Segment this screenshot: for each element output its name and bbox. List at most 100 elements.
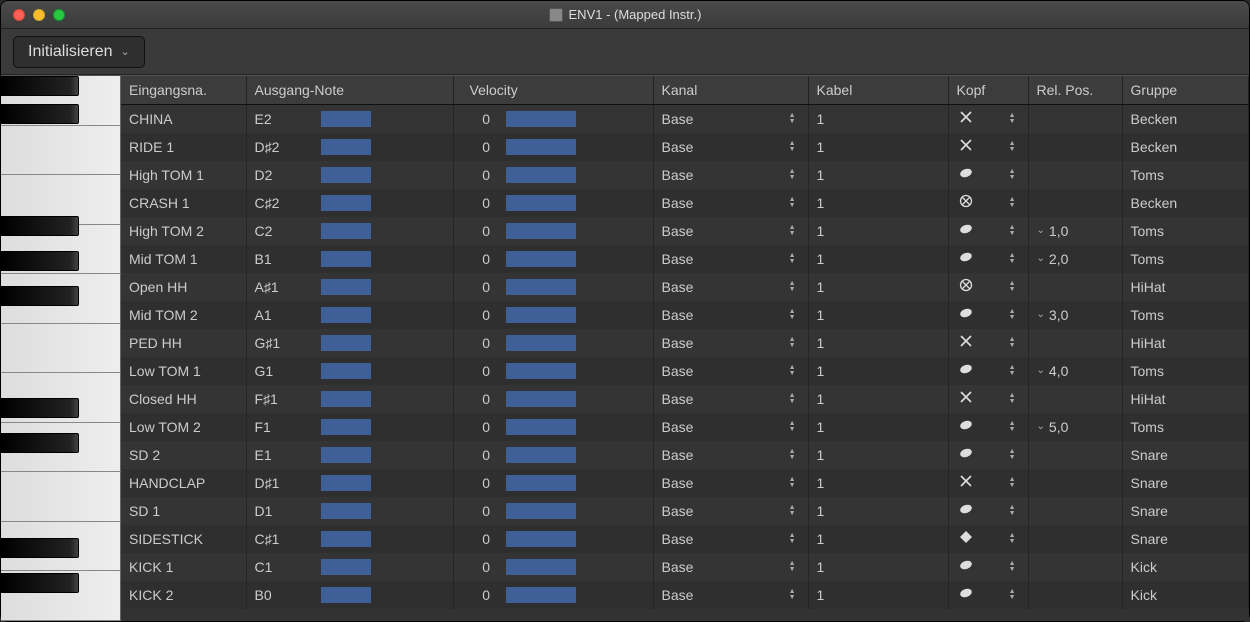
cell-kabel[interactable]: 1 xyxy=(808,581,948,609)
piano-black-key[interactable] xyxy=(1,286,79,306)
cell-velocity-value[interactable]: 0 xyxy=(453,273,498,301)
cell-gruppe[interactable]: HiHat xyxy=(1122,273,1248,301)
zoom-icon[interactable] xyxy=(53,9,65,21)
cell-kopf[interactable]: ▲▼ xyxy=(948,273,1028,301)
stepper-arrows-icon[interactable]: ▲▼ xyxy=(789,477,796,489)
initialize-button[interactable]: Initialisieren ⌄ xyxy=(13,36,145,68)
cell-velocity-value[interactable]: 0 xyxy=(453,497,498,525)
table-row[interactable]: Low TOM 2F10Base▲▼1▲▼⌄5,0Toms xyxy=(121,413,1249,441)
table-row[interactable]: HANDCLAPD♯10Base▲▼1▲▼Snare xyxy=(121,469,1249,497)
cell-name[interactable]: PED HH xyxy=(121,329,246,357)
cell-velocity-value[interactable]: 0 xyxy=(453,161,498,189)
cell-velocity-value[interactable]: 0 xyxy=(453,329,498,357)
stepper-arrows-icon[interactable]: ▲▼ xyxy=(1009,309,1016,321)
col-rel-pos[interactable]: Rel. Pos. xyxy=(1028,76,1122,105)
stepper-arrows-icon[interactable]: ▲▼ xyxy=(1009,365,1016,377)
cell-kanal[interactable]: Base▲▼ xyxy=(653,329,808,357)
out-note-bar[interactable] xyxy=(321,391,371,407)
cell-velocity-value[interactable]: 0 xyxy=(453,189,498,217)
cell-rel-pos[interactable] xyxy=(1028,385,1122,413)
cell-kanal[interactable]: Base▲▼ xyxy=(653,385,808,413)
table-row[interactable]: High TOM 2C20Base▲▼1▲▼⌄1,0Toms xyxy=(121,217,1249,245)
table-row[interactable]: CHINAE20Base▲▼1▲▼Becken xyxy=(121,105,1249,133)
cell-kanal[interactable]: Base▲▼ xyxy=(653,413,808,441)
stepper-arrows-icon[interactable]: ▲▼ xyxy=(789,561,796,573)
cell-kabel[interactable]: 1 xyxy=(808,161,948,189)
cell-kabel[interactable]: 1 xyxy=(808,413,948,441)
cell-velocity-value[interactable]: 0 xyxy=(453,105,498,133)
cell-gruppe[interactable]: Becken xyxy=(1122,133,1248,161)
piano-black-key[interactable] xyxy=(1,251,79,271)
out-note-bar[interactable] xyxy=(321,167,371,183)
cell-rel-pos[interactable]: ⌄1,0 xyxy=(1028,217,1122,245)
out-note-bar[interactable] xyxy=(321,419,371,435)
cell-velocity-value[interactable]: 0 xyxy=(453,553,498,581)
cell-rel-pos[interactable] xyxy=(1028,161,1122,189)
cell-kanal[interactable]: Base▲▼ xyxy=(653,189,808,217)
cell-kabel[interactable]: 1 xyxy=(808,217,948,245)
piano-black-key[interactable] xyxy=(1,573,79,593)
cell-kanal[interactable]: Base▲▼ xyxy=(653,357,808,385)
stepper-arrows-icon[interactable]: ▲▼ xyxy=(1009,337,1016,349)
piano-black-key[interactable] xyxy=(1,216,79,236)
cell-rel-pos[interactable] xyxy=(1028,273,1122,301)
cell-name[interactable]: KICK 2 xyxy=(121,581,246,609)
cell-kopf[interactable]: ▲▼ xyxy=(948,525,1028,553)
cell-out-note[interactable]: E1 xyxy=(246,441,313,469)
piano-black-key[interactable] xyxy=(1,104,79,124)
cell-kanal[interactable]: Base▲▼ xyxy=(653,217,808,245)
cell-gruppe[interactable]: Snare xyxy=(1122,441,1248,469)
cell-kopf[interactable]: ▲▼ xyxy=(948,161,1028,189)
stepper-arrows-icon[interactable]: ▲▼ xyxy=(789,225,796,237)
cell-kabel[interactable]: 1 xyxy=(808,133,948,161)
stepper-arrows-icon[interactable]: ▲▼ xyxy=(1009,113,1016,125)
stepper-arrows-icon[interactable]: ▲▼ xyxy=(789,169,796,181)
cell-kabel[interactable]: 1 xyxy=(808,357,948,385)
table-row[interactable]: PED HHG♯10Base▲▼1▲▼HiHat xyxy=(121,329,1249,357)
cell-out-note[interactable]: D♯1 xyxy=(246,469,313,497)
cell-kabel[interactable]: 1 xyxy=(808,441,948,469)
cell-name[interactable]: High TOM 1 xyxy=(121,161,246,189)
cell-kopf[interactable]: ▲▼ xyxy=(948,329,1028,357)
mapping-table-wrap[interactable]: Eingangsna. Ausgang-Note Velocity Kanal … xyxy=(121,76,1249,621)
cell-kopf[interactable]: ▲▼ xyxy=(948,301,1028,329)
cell-kabel[interactable]: 1 xyxy=(808,189,948,217)
stepper-arrows-icon[interactable]: ▲▼ xyxy=(1009,141,1016,153)
stepper-arrows-icon[interactable]: ▲▼ xyxy=(789,533,796,545)
velocity-bar[interactable] xyxy=(506,363,576,379)
table-row[interactable]: Low TOM 1G10Base▲▼1▲▼⌄4,0Toms xyxy=(121,357,1249,385)
table-row[interactable]: SD 1D10Base▲▼1▲▼Snare xyxy=(121,497,1249,525)
velocity-bar[interactable] xyxy=(506,587,576,603)
cell-name[interactable]: Mid TOM 1 xyxy=(121,245,246,273)
cell-rel-pos[interactable] xyxy=(1028,329,1122,357)
stepper-arrows-icon[interactable]: ▲▼ xyxy=(1009,253,1016,265)
cell-name[interactable]: Mid TOM 2 xyxy=(121,301,246,329)
out-note-bar[interactable] xyxy=(321,111,371,127)
cell-kabel[interactable]: 1 xyxy=(808,385,948,413)
col-ausgang-note[interactable]: Ausgang-Note xyxy=(246,76,453,105)
cell-gruppe[interactable]: Snare xyxy=(1122,469,1248,497)
stepper-arrows-icon[interactable]: ▲▼ xyxy=(1009,281,1016,293)
cell-gruppe[interactable]: HiHat xyxy=(1122,329,1248,357)
cell-gruppe[interactable]: Toms xyxy=(1122,413,1248,441)
stepper-arrows-icon[interactable]: ▲▼ xyxy=(789,337,796,349)
out-note-bar[interactable] xyxy=(321,363,371,379)
cell-gruppe[interactable]: Toms xyxy=(1122,217,1248,245)
cell-name[interactable]: HANDCLAP xyxy=(121,469,246,497)
velocity-bar[interactable] xyxy=(506,279,576,295)
table-row[interactable]: KICK 2B00Base▲▼1▲▼Kick xyxy=(121,581,1249,609)
cell-velocity-value[interactable]: 0 xyxy=(453,133,498,161)
cell-name[interactable]: Open HH xyxy=(121,273,246,301)
cell-gruppe[interactable]: Toms xyxy=(1122,301,1248,329)
cell-velocity-value[interactable]: 0 xyxy=(453,385,498,413)
cell-kopf[interactable]: ▲▼ xyxy=(948,413,1028,441)
table-row[interactable]: High TOM 1D20Base▲▼1▲▼Toms xyxy=(121,161,1249,189)
cell-kabel[interactable]: 1 xyxy=(808,245,948,273)
cell-velocity-value[interactable]: 0 xyxy=(453,469,498,497)
table-row[interactable]: Mid TOM 1B10Base▲▼1▲▼⌄2,0Toms xyxy=(121,245,1249,273)
cell-out-note[interactable]: D♯2 xyxy=(246,133,313,161)
cell-velocity-value[interactable]: 0 xyxy=(453,441,498,469)
cell-out-note[interactable]: C♯2 xyxy=(246,189,313,217)
out-note-bar[interactable] xyxy=(321,223,371,239)
stepper-arrows-icon[interactable]: ▲▼ xyxy=(1009,169,1016,181)
